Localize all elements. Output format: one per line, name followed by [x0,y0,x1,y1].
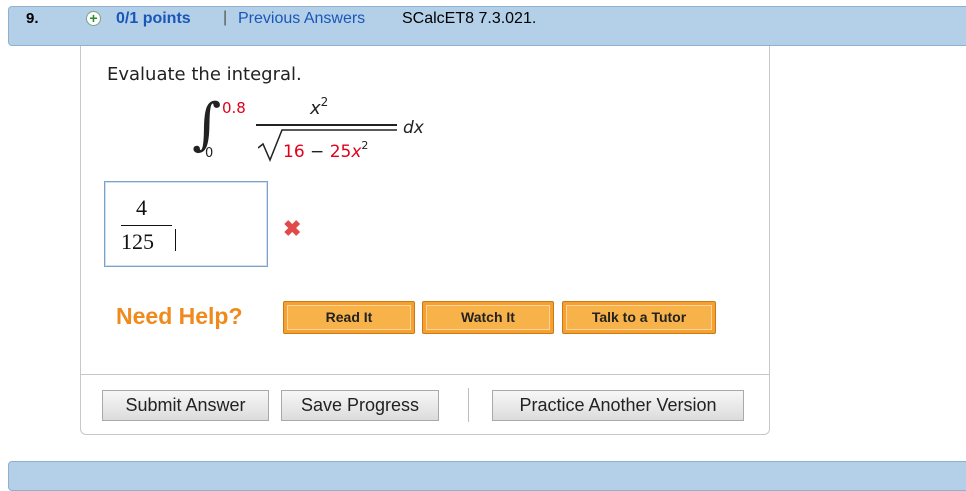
talk-to-tutor-button[interactable]: Talk to a Tutor [562,301,716,334]
integral-sign-icon: ∫ [192,92,222,157]
submit-answer-button[interactable]: Submit Answer [102,390,269,421]
question-number: 9. [26,10,39,27]
question-reference: SCalcET8 7.3.021. [402,10,537,27]
text-cursor [175,229,176,251]
read-it-button[interactable]: Read It [283,301,415,334]
answer-denominator: 125 [121,229,154,254]
integrand-numerator: x2 [310,95,329,119]
lower-limit: 0 [205,146,214,161]
watch-it-label: Watch It [426,305,550,330]
panel-divider [80,374,770,375]
practice-another-version-button[interactable]: Practice Another Version [492,390,744,421]
upper-limit: 0.8 [222,99,246,117]
incorrect-x-icon: ✖ [283,216,302,241]
watch-it-button[interactable]: Watch It [422,301,554,334]
fraction-bar [256,124,397,126]
plus-icon[interactable]: + [86,11,101,26]
question-prompt: Evaluate the integral. [107,64,302,85]
footer-separator [468,388,469,422]
points-link[interactable]: 0/1 points [116,10,191,28]
save-progress-button[interactable]: Save Progress [281,390,439,421]
read-it-label: Read It [287,305,411,330]
previous-answers-link[interactable]: Previous Answers [238,10,365,28]
talk-to-tutor-label: Talk to a Tutor [566,305,712,330]
answer-numerator: 4 [136,195,147,220]
next-question-header [8,461,966,491]
differential: dx [403,118,424,138]
need-help-label: Need Help? [116,303,243,329]
answer-fraction-bar [121,225,172,226]
header-separator: | [223,9,228,26]
integrand-denominator: 16 − 25x2 [283,139,369,162]
